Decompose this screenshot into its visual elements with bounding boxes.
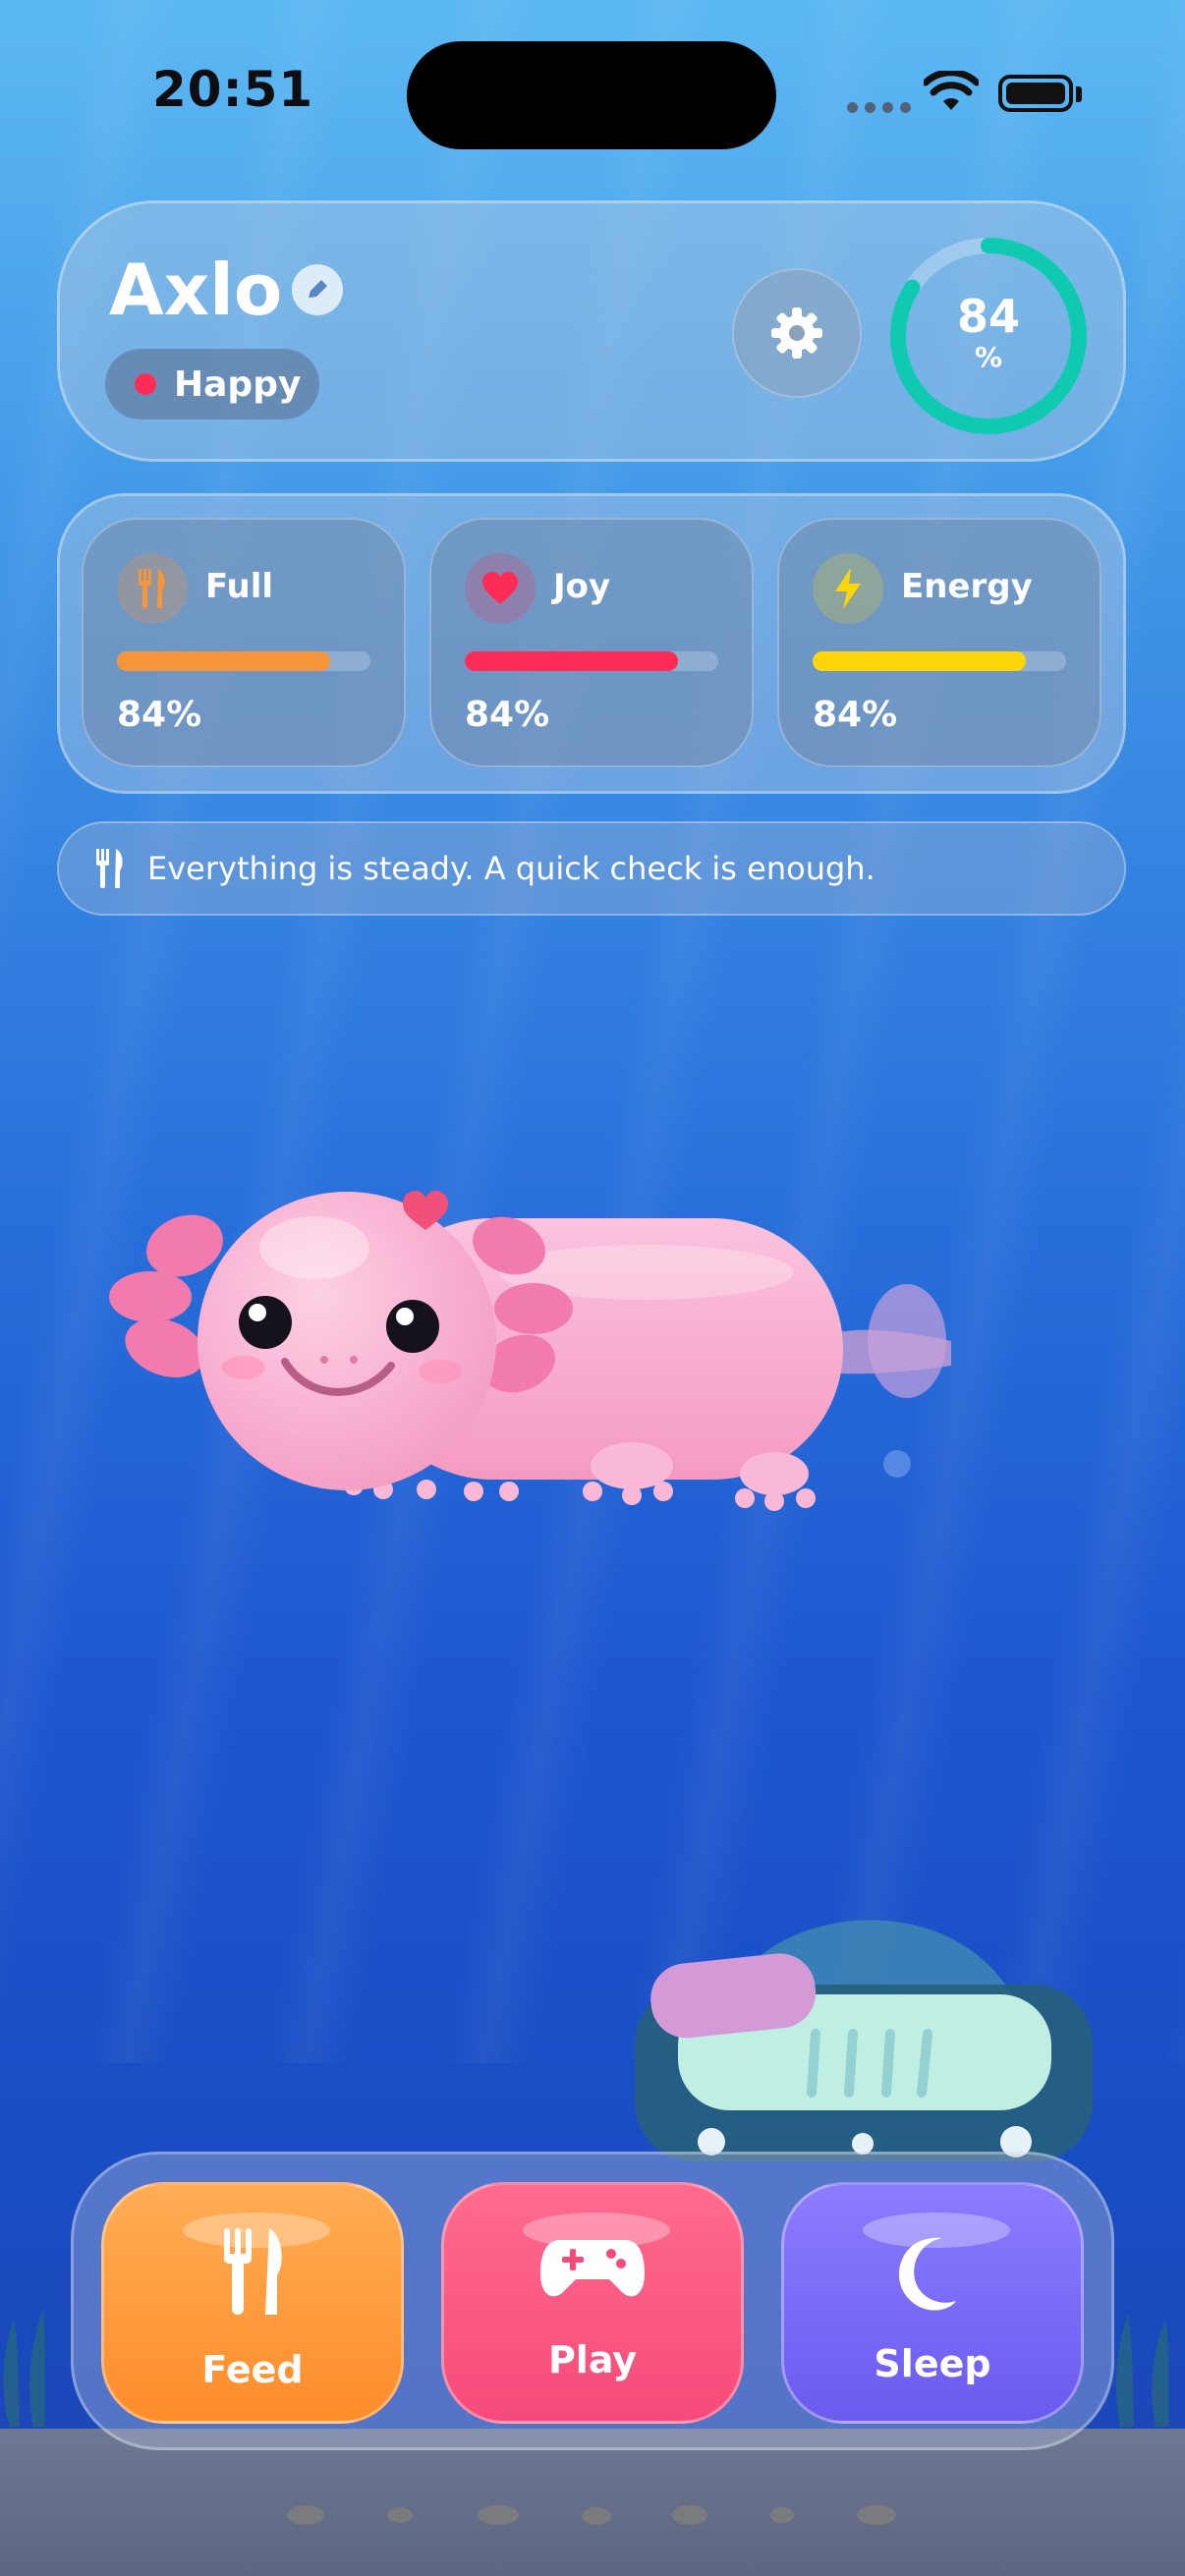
pencil-icon — [309, 280, 327, 298]
dynamic-island — [407, 41, 776, 149]
stat-bar — [813, 651, 1066, 671]
fork-knife-icon — [104, 2224, 401, 2319]
action-dock: Feed Play Sleep — [71, 2152, 1114, 2450]
sleep-bed[interactable] — [629, 1886, 1110, 2181]
edit-name-button[interactable] — [292, 264, 343, 315]
sleep-button[interactable]: Sleep — [781, 2182, 1084, 2424]
stat-joy: Joy 84% — [429, 518, 754, 767]
stat-value: 84% — [813, 695, 898, 735]
feed-button[interactable]: Feed — [101, 2182, 404, 2424]
stat-value: 84% — [117, 695, 202, 735]
wifi-icon — [924, 71, 979, 110]
fork-knife-icon — [94, 847, 126, 890]
stat-bar — [117, 651, 370, 671]
lightning-icon — [813, 553, 883, 624]
cellular-signal-icon — [847, 102, 911, 113]
mood-dot — [135, 373, 156, 395]
gamepad-icon — [444, 2234, 741, 2303]
stat-value: 84% — [465, 695, 550, 735]
status-tip: Everything is steady. A quick check is e… — [57, 821, 1126, 916]
pet-name: Axlo — [109, 249, 283, 331]
status-time: 20:51 — [152, 61, 314, 118]
fork-knife-icon — [117, 553, 188, 624]
heart-icon — [465, 553, 536, 624]
stat-bar — [465, 651, 718, 671]
gear-icon — [771, 308, 822, 359]
seaweed-left — [3, 2309, 45, 2427]
mood-badge: Happy — [105, 349, 319, 420]
battery-icon — [998, 75, 1073, 112]
play-label: Play — [547, 2338, 638, 2381]
play-button[interactable]: Play — [441, 2182, 744, 2424]
mood-label: Happy — [174, 364, 302, 405]
tip-text: Everything is steady. A quick check is e… — [147, 850, 875, 887]
stat-label: Full — [205, 567, 274, 606]
battery-cap — [1076, 86, 1082, 102]
stat-energy: Energy 84% — [777, 518, 1101, 767]
moon-icon — [784, 2232, 1081, 2311]
stat-full: Full 84% — [82, 518, 406, 767]
ground — [0, 2429, 1185, 2576]
pet-header-card: Axlo Happy 84 % — [57, 200, 1126, 462]
stats-card: Full 84% Joy 84% Energy 84% — [57, 493, 1126, 794]
seaweed-right — [1115, 2314, 1169, 2427]
sleep-label: Sleep — [874, 2342, 991, 2385]
overall-unit: % — [974, 341, 1003, 373]
overall-value: 84 — [956, 290, 1020, 343]
stat-label: Joy — [553, 567, 611, 606]
settings-button[interactable] — [732, 268, 862, 398]
axolotl-pet[interactable] — [96, 1179, 961, 1533]
feed-label: Feed — [201, 2348, 304, 2391]
stat-label: Energy — [901, 567, 1033, 606]
